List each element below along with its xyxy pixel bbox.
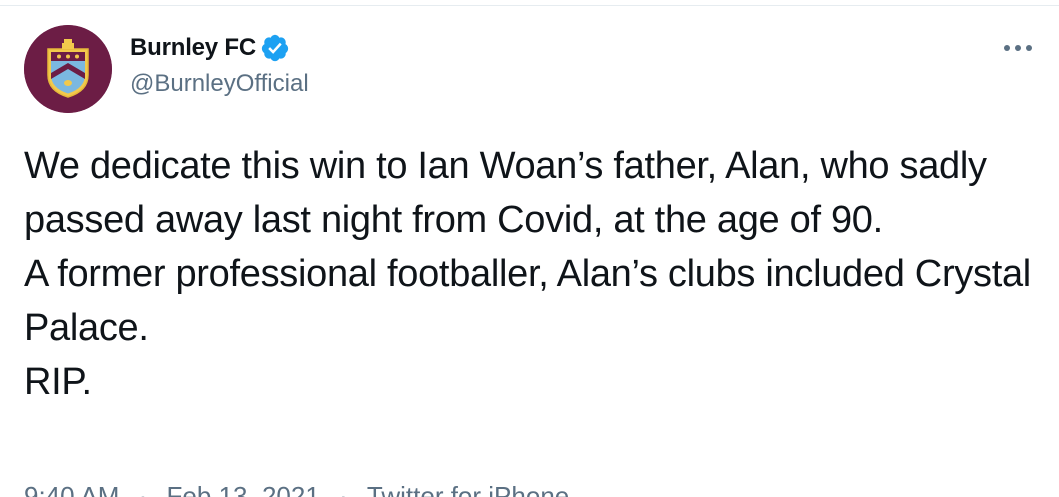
burnley-crest-icon: [24, 25, 112, 113]
more-dots-icon: [1004, 45, 1032, 51]
author-name-row[interactable]: Burnley FC: [130, 32, 290, 64]
tweet-time[interactable]: 9:40 AM: [24, 480, 119, 497]
meta-separator: ·: [138, 481, 148, 497]
tweet-source[interactable]: Twitter for iPhone: [367, 480, 569, 497]
meta-separator-2: ·: [339, 481, 348, 497]
tweet-text: We dedicate this win to Ian Woan’s fathe…: [24, 145, 1031, 403]
verified-badge-icon: [261, 34, 289, 62]
author-handle[interactable]: @BurnleyOfficial: [130, 68, 309, 100]
display-name[interactable]: Burnley FC: [130, 32, 256, 64]
tweet-meta: 9:40 AM · Feb 13, 2021 · Twitter for iPh…: [24, 480, 569, 497]
tweet-date[interactable]: Feb 13, 2021: [167, 480, 320, 497]
avatar[interactable]: [24, 25, 112, 113]
more-options-button[interactable]: [1000, 34, 1036, 62]
top-divider: [0, 5, 1059, 6]
